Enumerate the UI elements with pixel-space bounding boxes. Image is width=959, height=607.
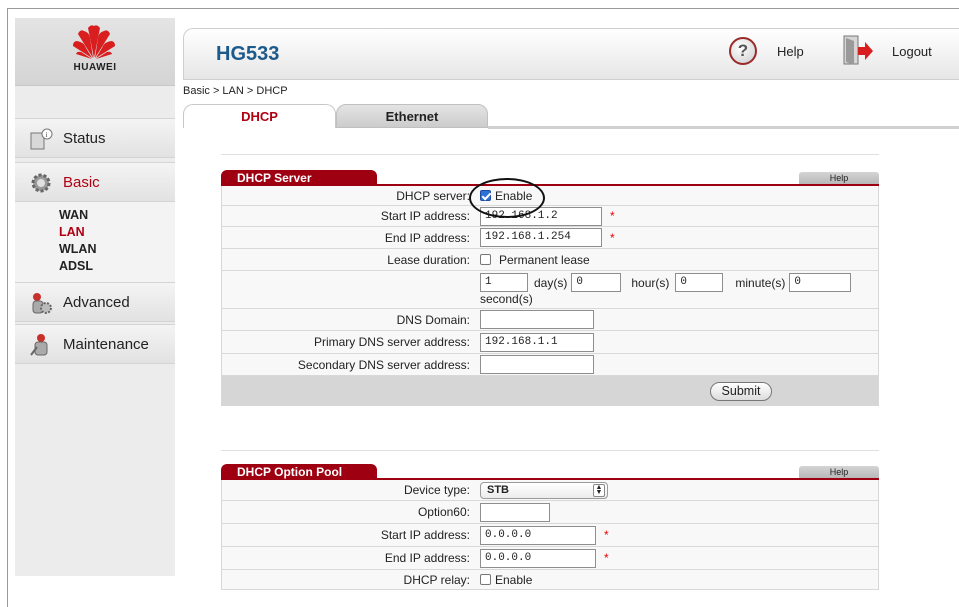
select-arrows-icon: ▲ ▼ [593, 483, 605, 497]
status-icon: i [30, 128, 53, 150]
huawei-logo: HUAWEI [15, 18, 175, 86]
lease-minutes-input[interactable]: 0 [675, 273, 724, 292]
pool-start-ip-label: Start IP address: [380, 528, 470, 542]
hours-label: hour(s) [631, 275, 670, 290]
panel-title: DHCP Server [221, 170, 377, 186]
dhcp-relay-enable-label: Enable [495, 572, 533, 587]
dns-domain-label: DNS Domain: [396, 312, 470, 327]
device-type-value: STB [487, 483, 509, 496]
logout-link[interactable]: Logout [842, 34, 932, 68]
panel-help-button[interactable]: Help [799, 466, 879, 478]
lease-duration-label: Lease duration: [387, 252, 470, 267]
seconds-label: second(s) [480, 292, 533, 306]
dhcp-relay-label: DHCP relay: [403, 572, 470, 587]
sidebar-item-maintenance[interactable]: Maintenance [15, 324, 175, 364]
divider [221, 154, 879, 155]
secondary-dns-input[interactable] [480, 355, 594, 374]
panel-title: DHCP Option Pool [221, 464, 377, 480]
huawei-logo-icon [73, 25, 115, 59]
maintenance-icon [30, 334, 48, 356]
gear-icon [31, 173, 51, 193]
tab-ethernet[interactable]: Ethernet [336, 104, 488, 128]
pool-end-ip-input[interactable]: 0.0.0.0 [480, 548, 596, 568]
days-label: day(s) [534, 275, 568, 290]
primary-dns-input[interactable]: 192.168.1.1 [480, 332, 594, 352]
pool-start-ip-input[interactable]: 0.0.0.0 [480, 525, 596, 545]
dns-domain-input[interactable] [480, 310, 594, 329]
minutes-label: minute(s) [735, 275, 786, 290]
help-link[interactable]: ? Help [729, 37, 804, 65]
device-type-label: Device type: [403, 483, 470, 497]
tab-bar: DHCP Ethernet [183, 104, 959, 129]
option60-label: Option60: [417, 505, 470, 519]
required-mark: * [610, 230, 615, 245]
option60-input[interactable] [480, 502, 550, 522]
required-mark: * [604, 551, 609, 565]
tab-dhcp[interactable]: DHCP [183, 104, 336, 128]
required-mark: * [610, 209, 615, 223]
device-type-select[interactable]: STB ▲ ▼ [480, 481, 608, 499]
svg-text:i: i [46, 131, 48, 139]
sidebar-item-label: Advanced [63, 293, 130, 311]
pool-end-ip-label: End IP address: [384, 551, 470, 565]
dhcp-server-label: DHCP server: [396, 188, 470, 203]
subnav-item-wlan[interactable]: WLAN [59, 242, 175, 259]
header-bar: HG533 ? Help Logout [183, 28, 959, 80]
help-icon: ? [729, 37, 757, 65]
subnav-item-lan[interactable]: LAN [59, 225, 175, 242]
sidebar-item-basic[interactable]: Basic [15, 162, 175, 202]
sidebar-item-label: Maintenance [63, 335, 149, 353]
dhcp-server-panel: DHCP Server Help DHCP server: Enable Sta… [221, 170, 879, 406]
permanent-lease-checkbox[interactable] [480, 254, 491, 265]
permanent-lease-label: Permanent lease [499, 252, 590, 267]
lease-hours-input[interactable]: 0 [571, 273, 622, 292]
logout-icon [843, 35, 873, 65]
subnav-item-adsl[interactable]: ADSL [59, 259, 175, 276]
annotation-circle [469, 178, 545, 218]
lease-seconds-input[interactable]: 0 [789, 273, 852, 292]
start-ip-label: Start IP address: [380, 209, 470, 223]
basic-subnav: WAN LAN WLAN ADSL [15, 202, 175, 282]
sidebar-item-status[interactable]: i Status [15, 118, 175, 158]
dhcp-relay-checkbox[interactable] [480, 574, 491, 585]
model-title: HG533 [216, 43, 280, 65]
sidebar-item-label: Basic [63, 173, 100, 191]
lease-days-input[interactable]: 1 [480, 273, 528, 292]
end-ip-label: End IP address: [384, 230, 470, 245]
breadcrumb: Basic > LAN > DHCP [183, 85, 288, 97]
submit-bar: Submit [221, 376, 879, 406]
dhcp-option-pool-panel: DHCP Option Pool Help Device type: STB ▲… [221, 464, 879, 590]
tab-divider [488, 126, 959, 129]
advanced-icon [32, 293, 52, 314]
help-label: Help [777, 43, 804, 59]
logout-label: Logout [892, 43, 932, 59]
sidebar-item-advanced[interactable]: Advanced [15, 282, 175, 322]
panel-help-button[interactable]: Help [799, 172, 879, 184]
subnav-item-wan[interactable]: WAN [59, 208, 175, 225]
sidebar: HUAWEI i Status Basic WAN LAN WLAN ADSL … [15, 18, 175, 576]
required-mark: * [604, 528, 609, 542]
logo-text: HUAWEI [73, 62, 117, 73]
divider [221, 450, 879, 451]
sidebar-item-label: Status [63, 129, 106, 147]
secondary-dns-label: Secondary DNS server address: [297, 357, 470, 372]
primary-dns-label: Primary DNS server address: [313, 335, 470, 349]
submit-button[interactable]: Submit [710, 382, 772, 401]
end-ip-input[interactable]: 192.168.1.254 [480, 228, 602, 247]
